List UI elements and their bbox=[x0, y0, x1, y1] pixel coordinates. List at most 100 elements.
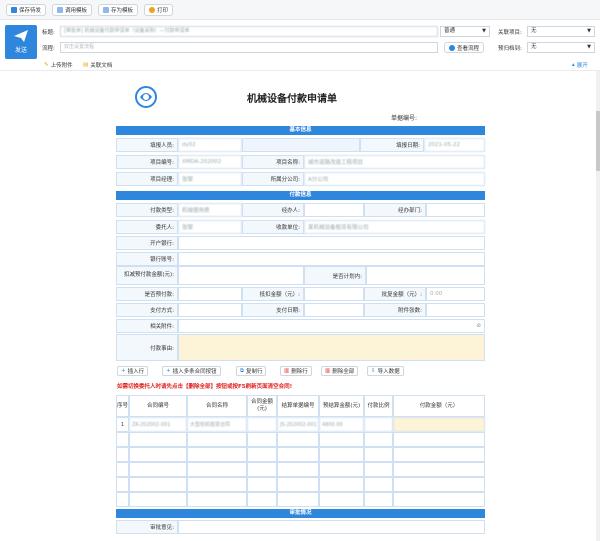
empty-table-cell[interactable] bbox=[129, 432, 187, 447]
deduct-input[interactable] bbox=[178, 266, 304, 285]
archive-label: 预归档到: bbox=[498, 46, 522, 52]
review-header: 审批情况 bbox=[116, 509, 485, 518]
account-value bbox=[178, 252, 485, 266]
empty-table-cell bbox=[277, 447, 319, 462]
scrollbar-thumb[interactable] bbox=[596, 111, 600, 171]
empty-table-cell[interactable] bbox=[393, 477, 485, 492]
handler-input[interactable] bbox=[304, 203, 364, 217]
table-cell: 1 bbox=[116, 417, 129, 432]
expand-link[interactable]: ▴ 展开 bbox=[572, 61, 588, 69]
plus-icon: + bbox=[166, 368, 171, 374]
empty-table-cell[interactable] bbox=[129, 462, 187, 477]
dept-input[interactable] bbox=[426, 203, 485, 217]
empty-table-cell[interactable] bbox=[129, 447, 187, 462]
empty-table-cell bbox=[247, 477, 277, 492]
insert-multi-button[interactable]: + 插入多条合同按钮 bbox=[162, 366, 221, 376]
empty-table-cell bbox=[319, 432, 364, 447]
save-draft-button[interactable]: 保存待发 bbox=[6, 4, 47, 16]
empty-table-cell[interactable] bbox=[393, 432, 485, 447]
prepay-select[interactable] bbox=[178, 287, 242, 301]
delete-row-button[interactable]: ▥ 删除行 bbox=[280, 366, 312, 376]
empty-table-cell bbox=[187, 477, 247, 492]
offset-input[interactable] bbox=[304, 287, 364, 301]
send-label: 发送 bbox=[14, 47, 27, 54]
attachment-bar: ✎ 上传附件 ▤ 关联文档 ▴ 展开 bbox=[0, 61, 600, 71]
send-button[interactable]: 发送 bbox=[5, 25, 37, 59]
related-project-select[interactable]: 无 ▼ bbox=[527, 26, 595, 37]
applicant-label: 填报人员: bbox=[116, 138, 178, 152]
insert-row-button[interactable]: + 插入行 bbox=[117, 366, 149, 376]
empty-table-cell bbox=[116, 447, 129, 462]
receiver-value: 某机械设备租赁有限公司 bbox=[304, 220, 485, 234]
opinion-value bbox=[178, 520, 485, 534]
archive-select[interactable]: 无 ▼ bbox=[527, 42, 595, 53]
plus-icon: + bbox=[121, 368, 126, 374]
pay-method-select[interactable] bbox=[178, 303, 242, 317]
table-cell[interactable]: ZK-202002-001 bbox=[129, 417, 187, 432]
priority-select[interactable]: 普通 ▼ bbox=[440, 26, 490, 37]
chevron-down-icon: ▼ bbox=[482, 28, 486, 34]
date-value[interactable]: 2021-05-22 bbox=[424, 138, 485, 152]
manager-label: 项目经理: bbox=[116, 172, 178, 186]
table-cell[interactable] bbox=[393, 417, 485, 432]
flow-input[interactable]: 双击设置流程 bbox=[60, 42, 438, 53]
import-icon: ⇩ bbox=[371, 368, 376, 374]
project-name-value: 城市道路改造工程项目 bbox=[304, 155, 485, 169]
reason-textarea[interactable] bbox=[178, 334, 485, 361]
empty-table-cell bbox=[277, 492, 319, 507]
reason-label: 付款事由: bbox=[116, 334, 178, 361]
bank-value bbox=[178, 236, 485, 250]
empty-table-cell bbox=[116, 462, 129, 477]
approved-label: 批复金额（元）: bbox=[364, 287, 426, 301]
delete-all-button[interactable]: ▥ 删除全部 bbox=[321, 366, 359, 376]
table-cell: JS-202002-001 bbox=[277, 417, 319, 432]
receiver-label: 收款单位: bbox=[242, 220, 304, 234]
upload-attachment-link[interactable]: ✎ 上传附件 bbox=[44, 61, 73, 69]
copy-row-label: 复制行 bbox=[245, 369, 263, 375]
applicant-value: dy02 bbox=[178, 138, 242, 152]
plan-select[interactable] bbox=[366, 266, 485, 285]
print-button[interactable]: 打印 bbox=[144, 4, 174, 16]
import-data-button[interactable]: ⇩ 导入数据 bbox=[367, 366, 404, 376]
trash-icon: ▥ bbox=[284, 368, 290, 374]
empty-table-cell bbox=[187, 462, 247, 477]
form-title: 机械设备付款申请单 bbox=[247, 94, 337, 105]
table-cell bbox=[247, 417, 277, 432]
archive-value: 无 bbox=[531, 44, 537, 50]
empty-table-cell[interactable] bbox=[393, 447, 485, 462]
page-scrollbar[interactable] bbox=[596, 71, 600, 541]
table-cell bbox=[364, 417, 393, 432]
pay-date-input[interactable] bbox=[304, 303, 364, 317]
related-project-value: 无 bbox=[531, 28, 537, 34]
attach-count-input[interactable] bbox=[426, 303, 485, 317]
save-template-button[interactable]: 存为模板 bbox=[98, 4, 139, 16]
payment-info-header: 付款信息 bbox=[116, 191, 485, 200]
empty-table-cell[interactable] bbox=[129, 477, 187, 492]
attachment-field[interactable]: ⊘ bbox=[178, 319, 485, 333]
flow-label: 流程: bbox=[42, 46, 55, 52]
use-template-label: 调用模板 bbox=[65, 8, 88, 14]
use-template-button[interactable]: 调用模板 bbox=[52, 4, 93, 16]
title-input[interactable]: [审批单] 机械设备付款申请单（设备采购）—付款申请单 bbox=[60, 26, 438, 37]
copy-row-button[interactable]: ⧉ 复制行 bbox=[236, 366, 267, 376]
insert-multi-label: 插入多条合同按钮 bbox=[172, 369, 217, 375]
delete-all-label: 删除全部 bbox=[332, 369, 355, 375]
empty-table-cell bbox=[319, 462, 364, 477]
related-doc-link[interactable]: ▤ 关联文档 bbox=[83, 61, 112, 69]
empty-table-cell bbox=[364, 462, 393, 477]
pay-type-value[interactable]: 机械使用费 bbox=[178, 203, 242, 217]
empty-table-cell[interactable] bbox=[393, 492, 485, 507]
empty-table-cell bbox=[364, 477, 393, 492]
dept-label: 经办部门: bbox=[364, 203, 426, 217]
empty-table-cell bbox=[319, 477, 364, 492]
trustee-input[interactable]: 张黎 bbox=[178, 220, 242, 234]
empty-table-cell bbox=[247, 462, 277, 477]
empty-table-cell[interactable] bbox=[393, 462, 485, 477]
expand-label: 展开 bbox=[576, 63, 588, 69]
project-no-input[interactable]: XMDA-202002 bbox=[178, 155, 242, 169]
view-flow-button[interactable]: 查看流程 bbox=[444, 42, 485, 53]
empty-table-cell bbox=[319, 492, 364, 507]
print-icon bbox=[149, 7, 155, 13]
company-value[interactable]: A分公司 bbox=[304, 172, 485, 186]
empty-table-cell[interactable] bbox=[129, 492, 187, 507]
